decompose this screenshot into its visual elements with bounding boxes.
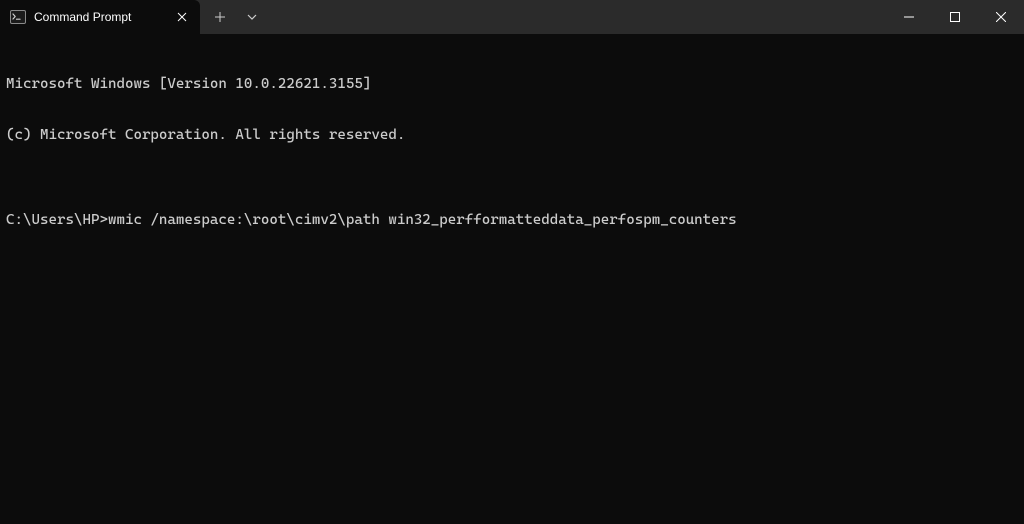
terminal-output-line: (c) Microsoft Corporation. All rights re… [6, 127, 1018, 144]
terminal-icon [10, 9, 26, 25]
tab-title: Command Prompt [34, 10, 166, 24]
window-controls [886, 0, 1024, 34]
tab-dropdown-button[interactable] [236, 2, 268, 32]
tab-close-button[interactable] [174, 9, 190, 25]
terminal-prompt-line: C:\Users\HP>wmic /namespace:\root\cimv2\… [6, 212, 1018, 229]
tabbar-actions [200, 0, 268, 34]
new-tab-button[interactable] [204, 2, 236, 32]
maximize-button[interactable] [932, 0, 978, 34]
close-button[interactable] [978, 0, 1024, 34]
terminal-area[interactable]: Microsoft Windows [Version 10.0.22621.31… [0, 34, 1024, 254]
titlebar: Command Prompt [0, 0, 1024, 34]
prompt-text: C:\Users\HP> [6, 212, 108, 228]
minimize-button[interactable] [886, 0, 932, 34]
titlebar-spacer [268, 0, 886, 34]
tab-command-prompt[interactable]: Command Prompt [0, 0, 200, 34]
command-text: wmic /namespace:\root\cimv2\path win32_p… [108, 212, 737, 228]
terminal-output-line: Microsoft Windows [Version 10.0.22621.31… [6, 76, 1018, 93]
